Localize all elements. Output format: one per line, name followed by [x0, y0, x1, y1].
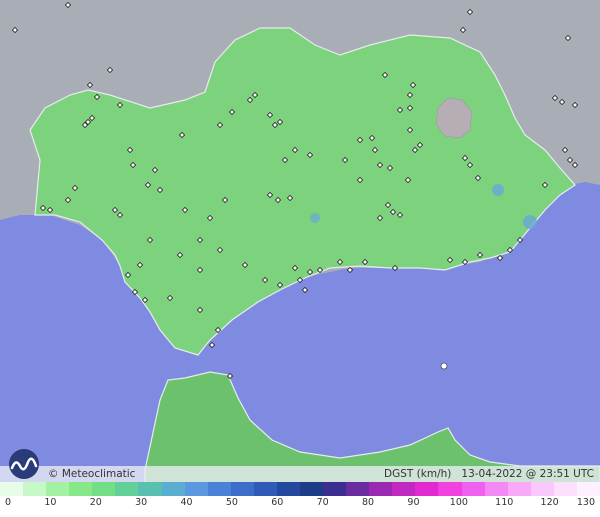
color-scale-tick-label: 0 — [5, 497, 12, 508]
color-scale-swatch — [323, 482, 347, 496]
datetime-label: 13-04-2022 @ 23:51 UTC — [461, 468, 594, 480]
color-scale-swatch — [346, 482, 370, 496]
gust-patch-jaen — [492, 184, 504, 196]
color-scale-swatch — [161, 482, 185, 496]
color-scale-tick-label: 60 — [271, 497, 284, 508]
variable-label: DGST (km/h) — [384, 468, 452, 480]
color-scale-tick-label: 90 — [407, 497, 420, 508]
color-scale-ticks: 0 10 20 30 40 50 60 70 80 90 100 110 120 130 — [0, 497, 600, 517]
color-scale-swatch — [300, 482, 324, 496]
map-info-text: DGST (km/h) 13-04-2022 @ 23:51 UTC — [384, 466, 594, 482]
color-scale-swatch — [115, 482, 139, 496]
color-scale-swatch — [207, 482, 231, 496]
color-scale-swatch — [438, 482, 462, 496]
color-scale-swatch — [576, 482, 600, 496]
color-scale-swatch — [484, 482, 508, 496]
color-scale-swatch — [553, 482, 577, 496]
color-scale-swatch — [392, 482, 416, 496]
color-scale-swatch — [253, 482, 277, 496]
sea-station-dot — [440, 362, 448, 370]
color-scale-tick-label: 50 — [225, 497, 238, 508]
color-scale-tick-label: 40 — [180, 497, 193, 508]
credit-text: © Meteoclimatic — [48, 468, 136, 480]
gust-patch-almeria — [523, 215, 537, 229]
color-scale-swatch — [415, 482, 439, 496]
color-scale-swatch — [530, 482, 554, 496]
color-scale-swatch — [184, 482, 208, 496]
color-scale-tick-label: 130 — [576, 497, 595, 508]
wind-gust-map — [0, 0, 600, 517]
color-scale-swatch — [461, 482, 485, 496]
color-scale-swatch — [507, 482, 531, 496]
color-scale-swatch — [46, 482, 70, 496]
color-scale-swatch — [23, 482, 47, 496]
color-scale-tick-label: 100 — [449, 497, 468, 508]
color-scale-bar — [0, 482, 600, 496]
color-scale-tick-label: 30 — [135, 497, 148, 508]
color-scale-swatch — [0, 482, 24, 496]
color-scale-tick-label: 110 — [495, 497, 514, 508]
color-scale-tick-label: 120 — [540, 497, 559, 508]
color-scale-tick-label: 10 — [44, 497, 57, 508]
color-scale-tick-label: 20 — [89, 497, 102, 508]
color-scale-swatch — [276, 482, 301, 496]
meteoclimatic-logo-icon — [9, 449, 39, 479]
color-scale-tick-label: 70 — [316, 497, 329, 508]
color-scale-swatch — [369, 482, 393, 496]
gust-patch-malaga — [310, 213, 320, 223]
color-scale-swatch — [230, 482, 254, 496]
color-scale-swatch — [69, 482, 93, 496]
color-scale-tick-label: 80 — [362, 497, 375, 508]
color-scale-swatch — [92, 482, 116, 496]
color-scale: 0 10 20 30 40 50 60 70 80 90 100 110 120 130 — [0, 482, 600, 517]
color-scale-swatch — [138, 482, 162, 496]
